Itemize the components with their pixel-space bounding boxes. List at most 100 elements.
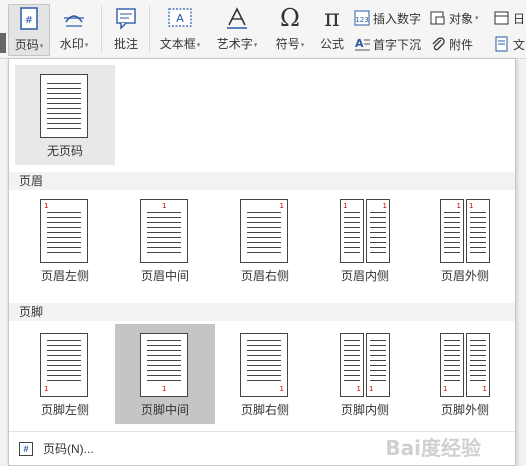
omega-symbol-icon: Ω bbox=[280, 4, 300, 32]
watermark-text: Bai度经验 bbox=[385, 436, 481, 460]
header-right-option[interactable]: 1 页眉右侧 bbox=[215, 190, 315, 290]
header-inner-option[interactable]: 1 1 页眉内侧 bbox=[315, 190, 415, 290]
page-number-marker: 1 bbox=[162, 202, 167, 210]
header-inner-label: 页眉内侧 bbox=[340, 269, 389, 283]
page-number-button[interactable]: # 页码▾ bbox=[8, 4, 50, 56]
watermark-button[interactable]: 水印▾ bbox=[54, 4, 94, 56]
dropcap-button[interactable]: A 首字下沉 bbox=[354, 34, 421, 54]
page-thumbnail bbox=[40, 74, 88, 138]
document-parts-label: 文 bbox=[513, 37, 526, 52]
header-section-label: 页眉 bbox=[9, 172, 515, 190]
pi-formula-icon: π bbox=[324, 4, 340, 32]
page-thumbnail: 1 bbox=[40, 199, 88, 263]
document-parts-button[interactable]: 文 bbox=[494, 34, 525, 54]
comment-button[interactable]: 批注 bbox=[108, 4, 144, 56]
comment-icon bbox=[114, 4, 138, 32]
header-left-option[interactable]: 1 页眉左侧 bbox=[15, 190, 115, 290]
page-number-marker: 1 bbox=[482, 385, 487, 393]
header-right-label: 页眉右侧 bbox=[240, 269, 289, 283]
page-thumbnail-left: 1 bbox=[340, 333, 364, 397]
chevron-down-icon: ▾ bbox=[39, 42, 44, 50]
page-number-marker: 1 bbox=[44, 202, 49, 210]
watermark-label: 水印 bbox=[59, 37, 84, 51]
svg-text:A: A bbox=[355, 37, 364, 50]
attachment-button[interactable]: 附件 bbox=[430, 34, 473, 54]
page-number-marker: 1 bbox=[382, 202, 387, 210]
page-thumbnail: 1 bbox=[140, 333, 188, 397]
watermark-icon bbox=[62, 4, 86, 32]
formula-button[interactable]: π 公式 bbox=[314, 4, 350, 56]
page-thumbnail-right: 1 bbox=[366, 199, 390, 263]
footer-outer-label: 页脚外侧 bbox=[440, 403, 489, 417]
svg-text:A: A bbox=[176, 12, 184, 25]
comment-label: 批注 bbox=[113, 37, 138, 51]
footer-center-option[interactable]: 1 页脚中间 bbox=[115, 324, 215, 424]
document-icon bbox=[494, 36, 510, 52]
no-page-number-label: 无页码 bbox=[46, 144, 83, 158]
footer-inner-option[interactable]: 1 1 页脚内侧 bbox=[315, 324, 415, 424]
toolbar-edge-stub bbox=[0, 33, 6, 53]
toolbar-separator bbox=[149, 6, 150, 52]
page-thumbnail-right: 1 bbox=[466, 333, 490, 397]
textbox-label: 文本框 bbox=[159, 37, 196, 51]
textbox-icon: A bbox=[167, 4, 193, 32]
footer-center-label: 页脚中间 bbox=[140, 403, 189, 417]
object-label: 对象 bbox=[449, 11, 474, 26]
page-thumbnail: 1 bbox=[140, 199, 188, 263]
footer-outer-option[interactable]: 1 1 页脚外侧 bbox=[415, 324, 497, 424]
insert-number-button[interactable]: 123 插入数字 bbox=[354, 8, 421, 28]
chevron-down-icon: ▾ bbox=[196, 41, 201, 49]
date-button[interactable]: 日 bbox=[494, 8, 525, 28]
page-thumbnail-right: 1 bbox=[366, 333, 390, 397]
page-number-marker: 1 bbox=[456, 202, 461, 210]
page-thumbnail-left: 1 bbox=[440, 199, 464, 263]
page-number-marker: 1 bbox=[279, 202, 284, 210]
object-icon bbox=[430, 10, 446, 26]
header-outer-option[interactable]: 1 1 页眉外侧 bbox=[415, 190, 497, 290]
page-number-small-icon: # bbox=[19, 441, 33, 456]
date-label: 日 bbox=[513, 11, 526, 26]
page-thumbnail-left: 1 bbox=[340, 199, 364, 263]
page-number-label: 页码 bbox=[14, 38, 39, 52]
attachment-label: 附件 bbox=[449, 37, 474, 52]
no-page-number-option[interactable]: 无页码 bbox=[15, 65, 115, 165]
wordart-icon bbox=[224, 4, 250, 32]
page-number-icon: # bbox=[18, 5, 40, 33]
paperclip-icon bbox=[430, 36, 446, 52]
symbol-label: 符号 bbox=[275, 37, 300, 51]
chevron-down-icon: ▾ bbox=[475, 15, 479, 22]
header-outer-label: 页眉外侧 bbox=[440, 269, 489, 283]
page-thumbnail-right: 1 bbox=[466, 199, 490, 263]
object-button[interactable]: 对象 ▾ bbox=[430, 8, 479, 28]
svg-text:#: # bbox=[25, 15, 33, 26]
svg-text:123: 123 bbox=[355, 16, 368, 24]
header-left-label: 页眉左侧 bbox=[40, 269, 89, 283]
toolbar-separator bbox=[101, 6, 102, 52]
chevron-down-icon: ▾ bbox=[84, 41, 89, 49]
page-number-dropdown: 无页码 页眉 1 页眉左侧 1 页眉中间 1 页眉右侧 1 1 页眉内侧 1 1… bbox=[8, 58, 516, 466]
insert-number-label: 插入数字 bbox=[373, 11, 422, 26]
page-number-marker: 1 bbox=[162, 385, 167, 393]
wordart-button[interactable]: 艺术字▾ bbox=[210, 4, 264, 56]
footer-right-option[interactable]: 1 页脚右侧 bbox=[215, 324, 315, 424]
page-number-marker: 1 bbox=[469, 202, 474, 210]
page-thumbnail: 1 bbox=[240, 199, 288, 263]
footer-right-label: 页脚右侧 bbox=[240, 403, 289, 417]
page-number-marker: 1 bbox=[44, 385, 49, 393]
header-center-label: 页眉中间 bbox=[140, 269, 189, 283]
formula-label: 公式 bbox=[319, 37, 344, 51]
textbox-button[interactable]: A 文本框▾ bbox=[155, 4, 205, 56]
page-thumbnail-left: 1 bbox=[440, 333, 464, 397]
date-icon bbox=[494, 10, 510, 26]
page-number-marker: 1 bbox=[356, 385, 361, 393]
footer-left-option[interactable]: 1 页脚左侧 bbox=[15, 324, 115, 424]
chevron-down-icon: ▾ bbox=[300, 41, 305, 49]
symbol-button[interactable]: Ω 符号▾ bbox=[270, 4, 310, 56]
page-number-marker: 1 bbox=[443, 385, 448, 393]
ribbon-toolbar: # 页码▾ 水印▾ 批注 A 文本框▾ 艺术字▾ Ω 符号▾ π 公式 123 … bbox=[0, 0, 526, 59]
wordart-label: 艺术字 bbox=[216, 37, 253, 51]
page-number-dialog-label: 页码(N)... bbox=[43, 442, 94, 456]
footer-left-label: 页脚左侧 bbox=[40, 403, 89, 417]
header-center-option[interactable]: 1 页眉中间 bbox=[115, 190, 215, 290]
insert-number-icon: 123 bbox=[354, 10, 370, 26]
